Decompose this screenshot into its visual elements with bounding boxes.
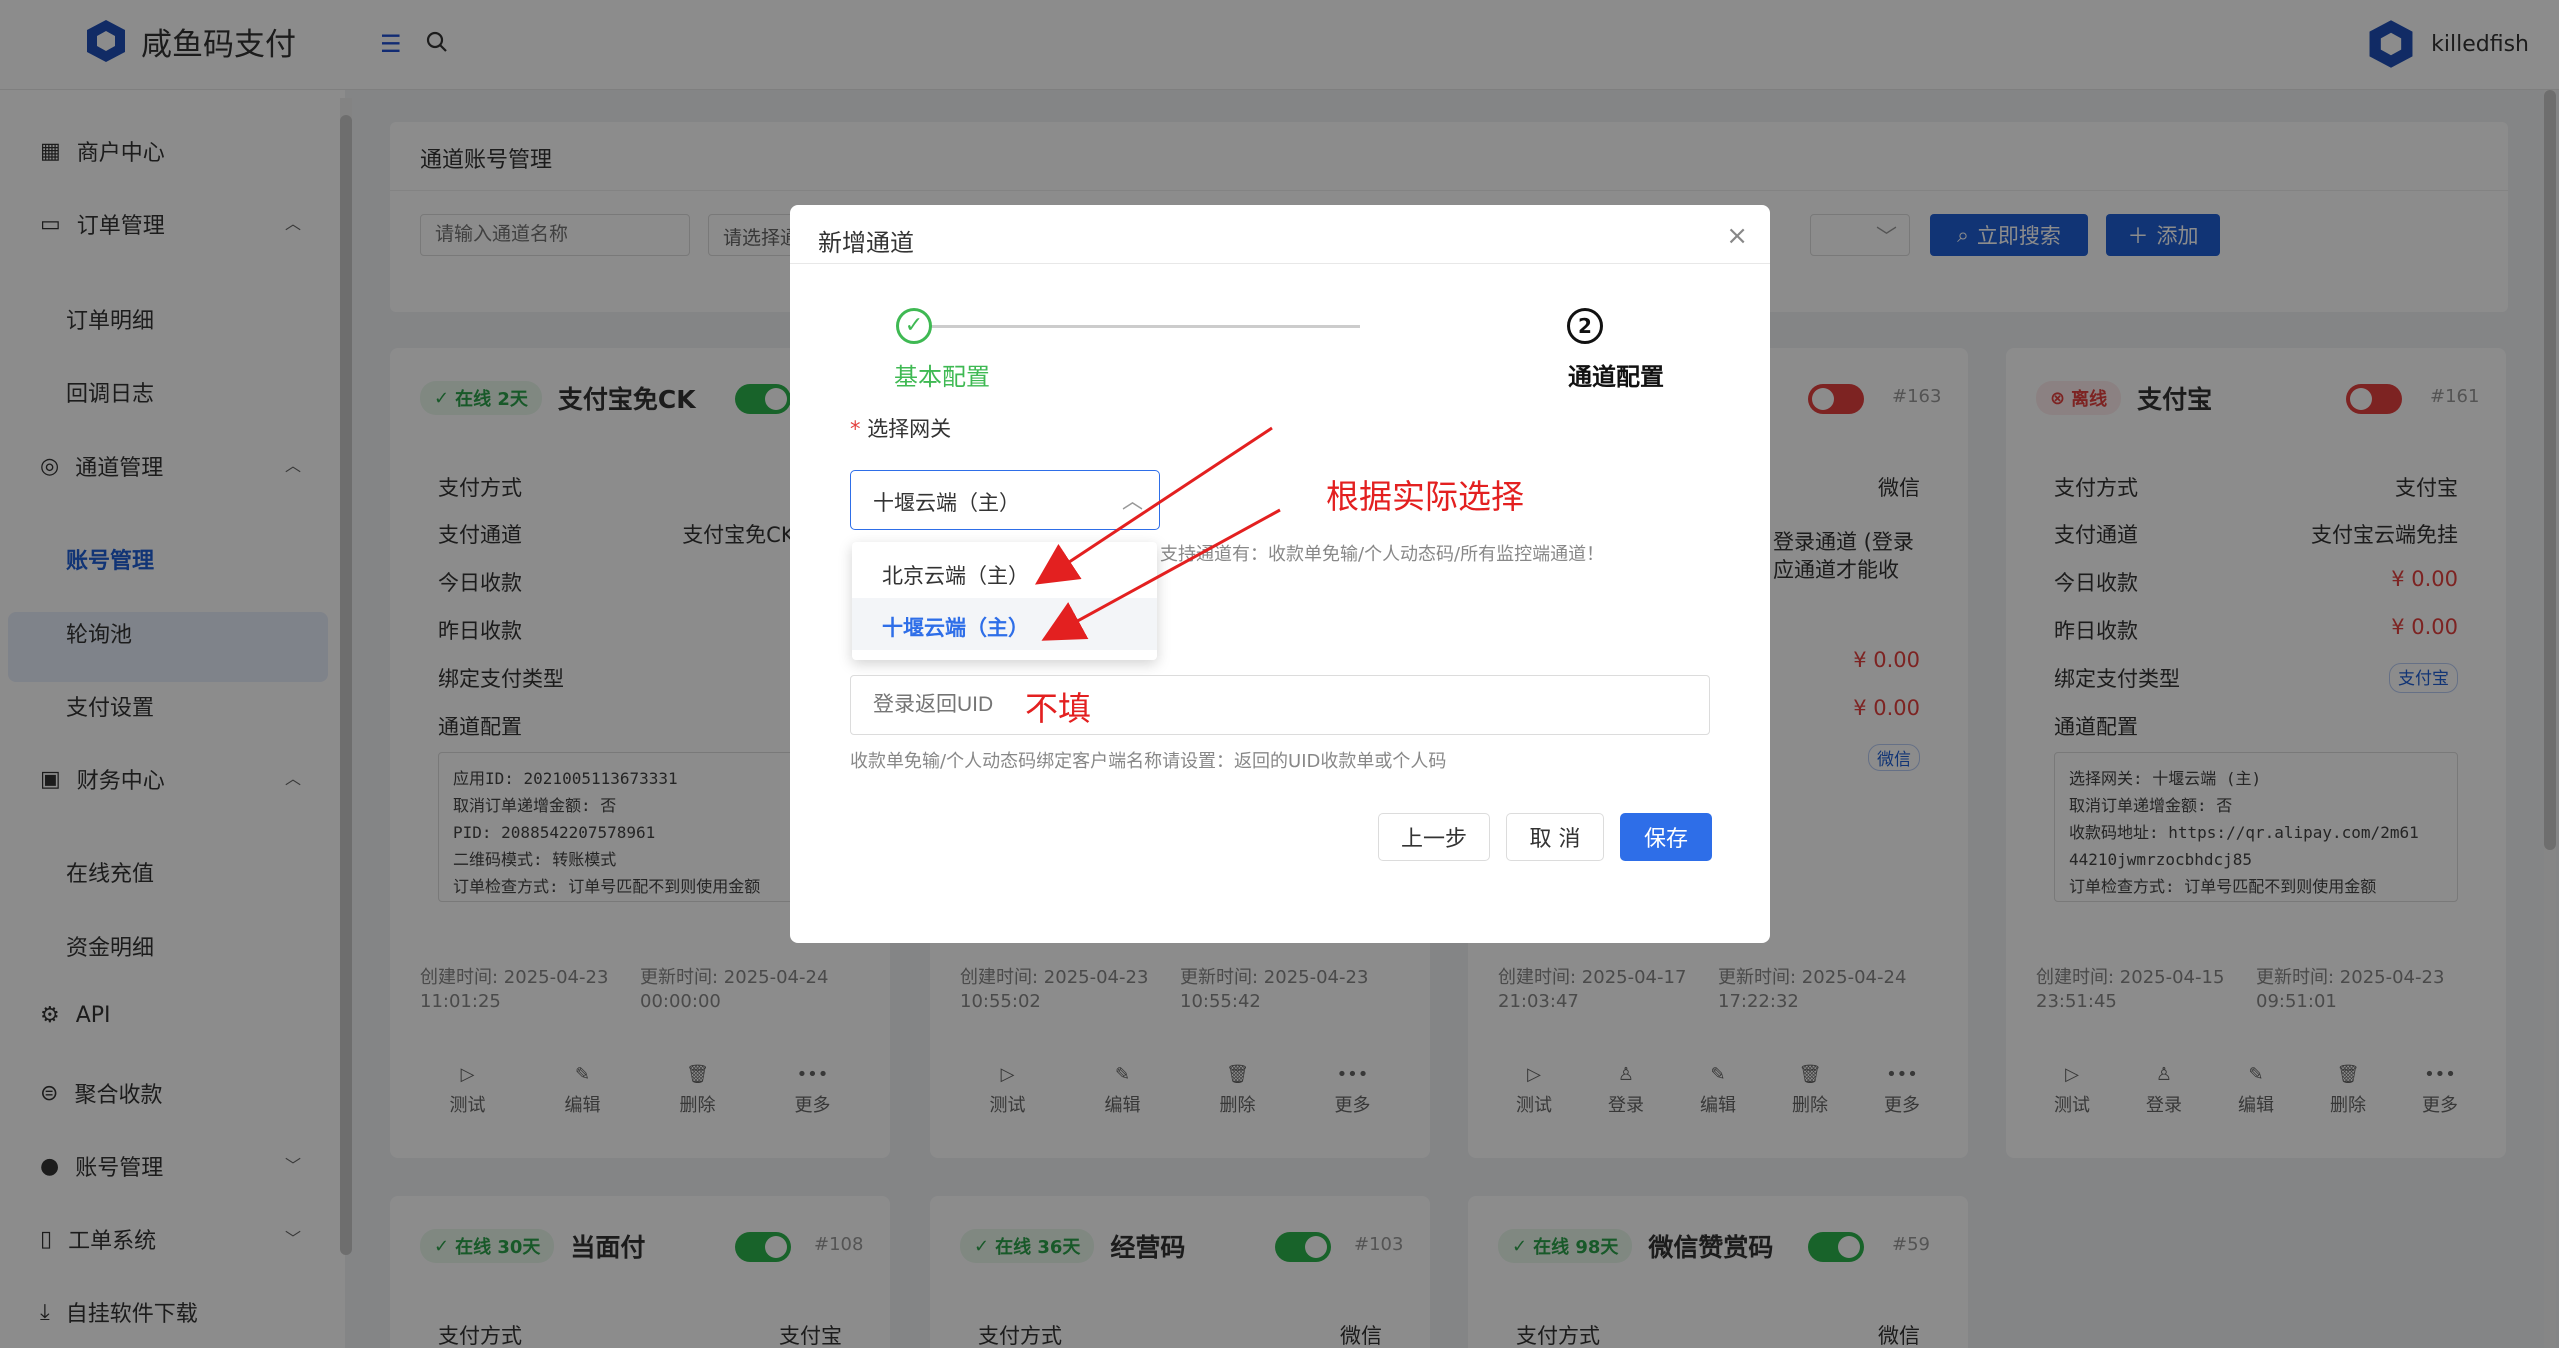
arrow-icon	[1034, 426, 1273, 585]
arrow-icon	[1041, 508, 1281, 641]
annotation-arrows	[1034, 426, 1281, 641]
annotation-no-fill: 不填	[1025, 689, 1091, 728]
annotation-choose: 根据实际选择	[1326, 477, 1524, 516]
